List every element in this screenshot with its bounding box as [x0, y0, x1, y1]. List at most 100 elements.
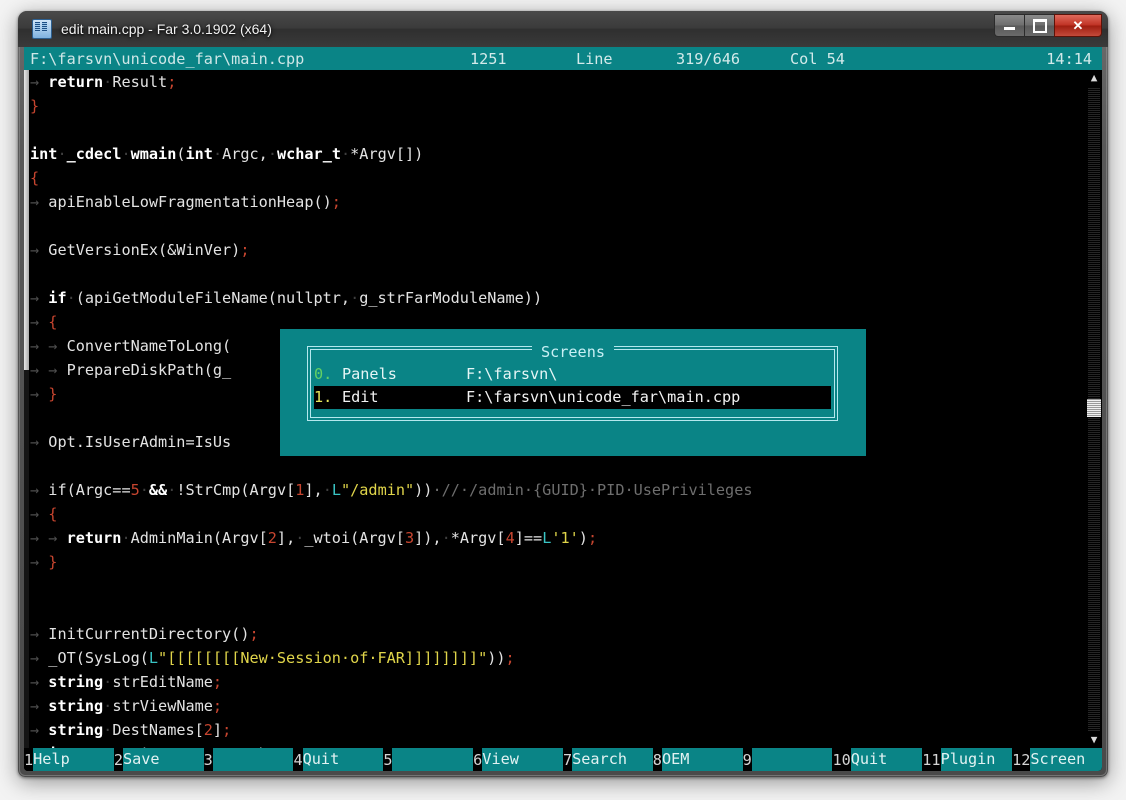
code-line[interactable] [24, 118, 1102, 142]
minimize-icon [1004, 27, 1015, 30]
code-line[interactable]: } [24, 94, 1102, 118]
function-key-12[interactable]: 12 Screen [1012, 748, 1102, 771]
code-line[interactable] [24, 454, 1102, 478]
code-token: ; [212, 673, 223, 691]
code-line[interactable] [24, 214, 1102, 238]
code-line[interactable]: → { [24, 502, 1102, 526]
function-key-5[interactable]: 5 [383, 748, 474, 771]
code-line[interactable]: → if(Argc==5·&&·!StrCmp(Argv[1],·L"/admi… [24, 478, 1102, 502]
code-token: AdminMain(Argv[ [130, 529, 268, 547]
far-manager-window: edit main.cpp - Far 3.0.1902 (x64) ✕ F:\… [18, 11, 1108, 777]
function-key-number: 10 [832, 748, 851, 771]
window-titlebar[interactable]: edit main.cpp - Far 3.0.1902 (x64) ✕ [18, 11, 1108, 47]
code-line[interactable]: → string·strViewName; [24, 694, 1102, 718]
function-key-7[interactable]: 7 Search [562, 748, 653, 771]
code-token: ( [176, 145, 186, 163]
code-token: · [103, 721, 113, 739]
maximize-icon [1032, 18, 1047, 33]
function-key-2[interactable]: 2 Save [113, 748, 204, 771]
editor-left-marker-thumb [24, 70, 29, 370]
code-token: return [66, 529, 122, 547]
code-line[interactable]: → → return·AdminMain(Argv[2],·_wtoi(Argv… [24, 526, 1102, 550]
function-key-number: 1 [24, 748, 34, 771]
code-token: *Argv[]) [350, 145, 424, 163]
function-key-bar[interactable]: 1 Help 2 Save 3 4 Quit 5 6 View 7 Search 8 OEM 9 10 Quit… [24, 748, 1102, 771]
code-line[interactable]: → _OT(SysLog(L"[[[[[[[[New·Session·of·FA… [24, 646, 1102, 670]
code-line[interactable]: → string·DestNames[2]; [24, 718, 1102, 742]
code-token: if(Argc== [48, 481, 131, 499]
code-line[interactable] [24, 574, 1102, 598]
code-token: "/admin" [341, 481, 415, 499]
code-token: 4 [505, 529, 515, 547]
screens-item-path: F:\farsvn\ [466, 365, 558, 383]
code-token: '1' [551, 529, 579, 547]
code-line[interactable]: → if·(apiGetModuleFileName(nullptr,·g_st… [24, 286, 1102, 310]
editor-file-path: F:\farsvn\unicode_far\main.cpp [30, 49, 305, 68]
maximize-button[interactable] [1024, 14, 1054, 37]
function-key-number: 11 [922, 748, 941, 771]
editor-codepage[interactable]: 1251 [470, 47, 507, 71]
code-line[interactable]: { [24, 166, 1102, 190]
far-manager-icon [32, 19, 52, 39]
code-token: )) [414, 481, 433, 499]
scroll-up-arrow-icon[interactable]: ▲ [1086, 70, 1102, 86]
function-key-label: Help [33, 748, 114, 771]
code-token: { [48, 505, 58, 523]
code-token: ], [276, 529, 296, 547]
scroll-down-arrow-icon[interactable]: ▼ [1086, 732, 1102, 748]
editor-column: Col 54 [790, 49, 845, 68]
screens-item-index: 1. [314, 388, 333, 406]
screens-list-item[interactable]: 0. Panels F:\farsvn\ [314, 363, 831, 386]
function-key-number: 9 [742, 748, 752, 771]
screens-item-name: Panels [342, 365, 397, 383]
function-key-1[interactable]: 1 Help [24, 748, 114, 771]
code-token: return [48, 73, 104, 91]
code-token: strViewName [112, 697, 213, 715]
function-key-9[interactable]: 9 [742, 748, 833, 771]
code-line[interactable]: → return·Result; [24, 70, 1102, 94]
code-token: ·//·/admin·{GUID}·PID·UsePrivileges [432, 481, 753, 499]
minimize-button[interactable] [994, 14, 1024, 37]
code-token: 3 [404, 529, 415, 547]
function-key-11[interactable]: 11 Plugin [922, 748, 1013, 771]
code-token: · [441, 529, 451, 547]
code-line[interactable]: int·_cdecl·wmain(int·Argc,·wchar_t·*Argv… [24, 142, 1102, 166]
function-key-label: Plugin [940, 748, 1013, 771]
code-line[interactable]: → InitCurrentDirectory(); [24, 622, 1102, 646]
code-token: int [30, 145, 58, 163]
code-token: → [30, 73, 49, 91]
code-line[interactable]: → string·strEditName; [24, 670, 1102, 694]
code-token: DestNames[ [112, 721, 204, 739]
code-line[interactable] [24, 262, 1102, 286]
code-token: wchar_t [276, 145, 341, 163]
function-key-8[interactable]: 8 OEM [652, 748, 743, 771]
code-token: → [30, 481, 49, 499]
code-line[interactable]: → } [24, 550, 1102, 574]
function-key-3[interactable]: 3 [203, 748, 294, 771]
function-key-label [751, 748, 833, 771]
editor-line-value: 319/646 [676, 49, 741, 68]
function-key-6[interactable]: 6 View [473, 748, 563, 771]
code-line[interactable] [24, 598, 1102, 622]
screens-list-item[interactable]: 1. Edit F:\farsvn\unicode_far\main.cpp [314, 386, 831, 409]
close-button[interactable]: ✕ [1054, 14, 1102, 37]
code-token: ; [587, 529, 598, 547]
function-key-label [212, 748, 294, 771]
function-key-4[interactable]: 4 Quit [293, 748, 384, 771]
code-token: → [30, 649, 49, 667]
code-token: → [30, 193, 49, 211]
code-line[interactable]: → GetVersionEx(&WinVer); [24, 238, 1102, 262]
editor-left-marker-bar [24, 70, 29, 748]
code-line[interactable]: → apiEnableLowFragmentationHeap(); [24, 190, 1102, 214]
code-token: InitCurrentDirectory() [48, 625, 250, 643]
code-token: · [103, 697, 113, 715]
code-token: · [121, 145, 131, 163]
function-key-label: OEM [661, 748, 743, 771]
function-key-10[interactable]: 10 Quit [832, 748, 923, 771]
screens-item-index: 0. [314, 365, 333, 383]
scrollbar-thumb[interactable] [1087, 399, 1101, 417]
code-token: · [121, 529, 131, 547]
editor-vertical-scrollbar[interactable]: ▲ ▼ [1086, 70, 1102, 748]
editor-status-bar: F:\farsvn\unicode_far\main.cpp 1251 Line… [24, 47, 1102, 70]
code-token: → → [30, 361, 67, 379]
